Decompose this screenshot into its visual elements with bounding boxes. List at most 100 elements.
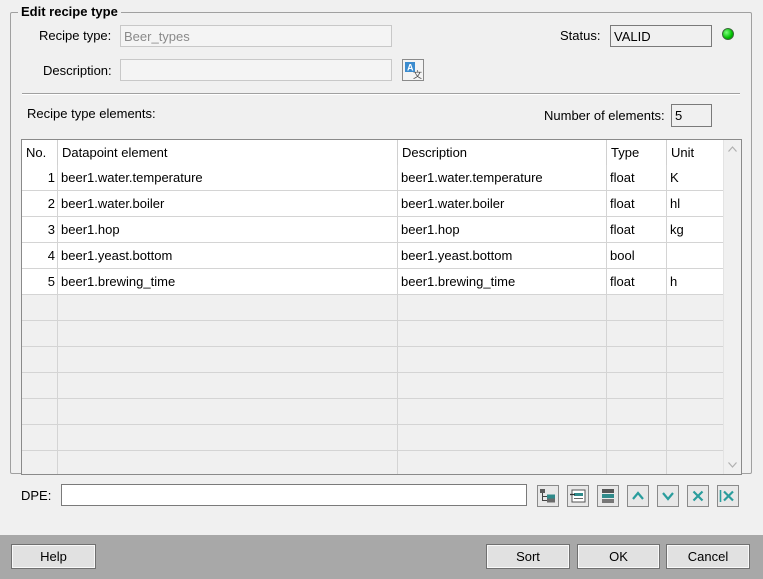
cell-description: beer1.yeast.bottom — [398, 243, 607, 268]
cell-description — [398, 425, 607, 450]
cell-no: 1 — [22, 165, 58, 190]
cell-datapoint — [58, 295, 398, 320]
table-row[interactable] — [22, 321, 724, 347]
separator — [22, 93, 740, 95]
cell-type — [607, 321, 667, 346]
delete-all-icon — [719, 490, 734, 502]
tree-select-button[interactable] — [537, 485, 559, 507]
svg-text:文: 文 — [413, 69, 422, 79]
cell-type — [607, 451, 667, 474]
cell-description: beer1.hop — [398, 217, 607, 242]
recipe-type-field[interactable]: Beer_types — [120, 25, 392, 47]
table-row[interactable]: 5 beer1.brewing_time beer1.brewing_time flo… — [22, 269, 724, 295]
cell-unit — [667, 399, 724, 424]
translate-icon: A 文 — [405, 62, 422, 79]
insert-row-icon — [602, 489, 614, 503]
cell-type — [607, 399, 667, 424]
description-field[interactable] — [120, 59, 392, 81]
cell-type — [607, 373, 667, 398]
dpe-input[interactable] — [61, 484, 527, 506]
move-down-icon — [662, 492, 674, 501]
scroll-up-icon[interactable] — [728, 146, 737, 152]
cell-no — [22, 425, 58, 450]
cell-type: float — [607, 165, 667, 190]
cell-unit — [667, 243, 724, 268]
cell-no — [22, 295, 58, 320]
cell-datapoint — [58, 321, 398, 346]
ok-button[interactable]: OK — [577, 544, 660, 569]
cell-no: 5 — [22, 269, 58, 294]
cell-type: float — [607, 191, 667, 216]
num-elements-label: Number of elements: — [544, 108, 665, 123]
cell-unit: kg — [667, 217, 724, 242]
cell-unit: hl — [667, 191, 724, 216]
status-label: Status: — [560, 28, 601, 43]
cell-description — [398, 373, 607, 398]
table-row[interactable] — [22, 373, 724, 399]
table-row[interactable] — [22, 451, 724, 474]
list-select-icon — [570, 489, 586, 503]
cell-datapoint — [58, 347, 398, 372]
table-row[interactable] — [22, 425, 724, 451]
cell-no — [22, 451, 58, 474]
table-row[interactable] — [22, 295, 724, 321]
cell-type — [607, 295, 667, 320]
cell-unit — [667, 425, 724, 450]
move-up-icon — [632, 491, 644, 500]
cell-type: float — [607, 217, 667, 242]
cell-no: 4 — [22, 243, 58, 268]
table-header: No. Datapoint element Description Type U… — [22, 140, 724, 165]
insert-row-button[interactable] — [597, 485, 619, 507]
cell-datapoint — [58, 399, 398, 424]
column-header-description[interactable]: Description — [398, 140, 607, 165]
table-row[interactable]: 3 beer1.hop beer1.hop float kg — [22, 217, 724, 243]
table-row[interactable]: 1 beer1.water.temperature beer1.water.temp… — [22, 165, 724, 191]
elements-table[interactable]: No. Datapoint element Description Type U… — [21, 139, 742, 475]
help-button[interactable]: Help — [11, 544, 96, 569]
cell-unit — [667, 451, 724, 474]
column-header-type[interactable]: Type — [607, 140, 667, 165]
cell-unit: K — [667, 165, 724, 190]
cell-description: beer1.brewing_time — [398, 269, 607, 294]
column-header-unit[interactable]: Unit — [667, 140, 724, 165]
cell-type: bool — [607, 243, 667, 268]
tree-select-icon — [540, 489, 555, 503]
status-field: VALID — [610, 25, 712, 47]
cell-description — [398, 347, 607, 372]
table-row[interactable] — [22, 347, 724, 373]
cell-type — [607, 347, 667, 372]
cell-description: beer1.water.boiler — [398, 191, 607, 216]
cell-datapoint — [58, 425, 398, 450]
move-up-button[interactable] — [627, 485, 649, 507]
cell-datapoint: beer1.yeast.bottom — [58, 243, 398, 268]
column-header-no[interactable]: No. — [22, 140, 58, 165]
table-row[interactable]: 4 beer1.yeast.bottom beer1.yeast.bottom boo… — [22, 243, 724, 269]
cell-unit — [667, 373, 724, 398]
cell-unit — [667, 295, 724, 320]
cancel-button[interactable]: Cancel — [666, 544, 750, 569]
cell-description — [398, 399, 607, 424]
recipe-type-label: Recipe type: — [39, 28, 112, 43]
list-select-button[interactable] — [567, 485, 589, 507]
delete-all-button[interactable] — [717, 485, 739, 507]
cell-no: 3 — [22, 217, 58, 242]
scroll-down-icon[interactable] — [728, 462, 737, 468]
delete-button[interactable] — [687, 485, 709, 507]
table-row[interactable]: 2 beer1.water.boiler beer1.water.boiler flo… — [22, 191, 724, 217]
cell-datapoint — [58, 373, 398, 398]
table-scrollbar[interactable] — [723, 140, 741, 474]
sort-button[interactable]: Sort — [486, 544, 570, 569]
cell-no — [22, 373, 58, 398]
table-row[interactable] — [22, 399, 724, 425]
column-header-datapoint[interactable]: Datapoint element — [58, 140, 398, 165]
dpe-label: DPE: — [21, 488, 52, 503]
description-label: Description: — [43, 63, 112, 78]
translate-button[interactable]: A 文 — [402, 59, 424, 81]
num-elements-field: 5 — [671, 104, 712, 127]
elements-label: Recipe type elements: — [27, 106, 156, 121]
cell-datapoint — [58, 451, 398, 474]
cell-datapoint: beer1.brewing_time — [58, 269, 398, 294]
delete-icon — [692, 490, 704, 502]
move-down-button[interactable] — [657, 485, 679, 507]
cell-unit — [667, 321, 724, 346]
